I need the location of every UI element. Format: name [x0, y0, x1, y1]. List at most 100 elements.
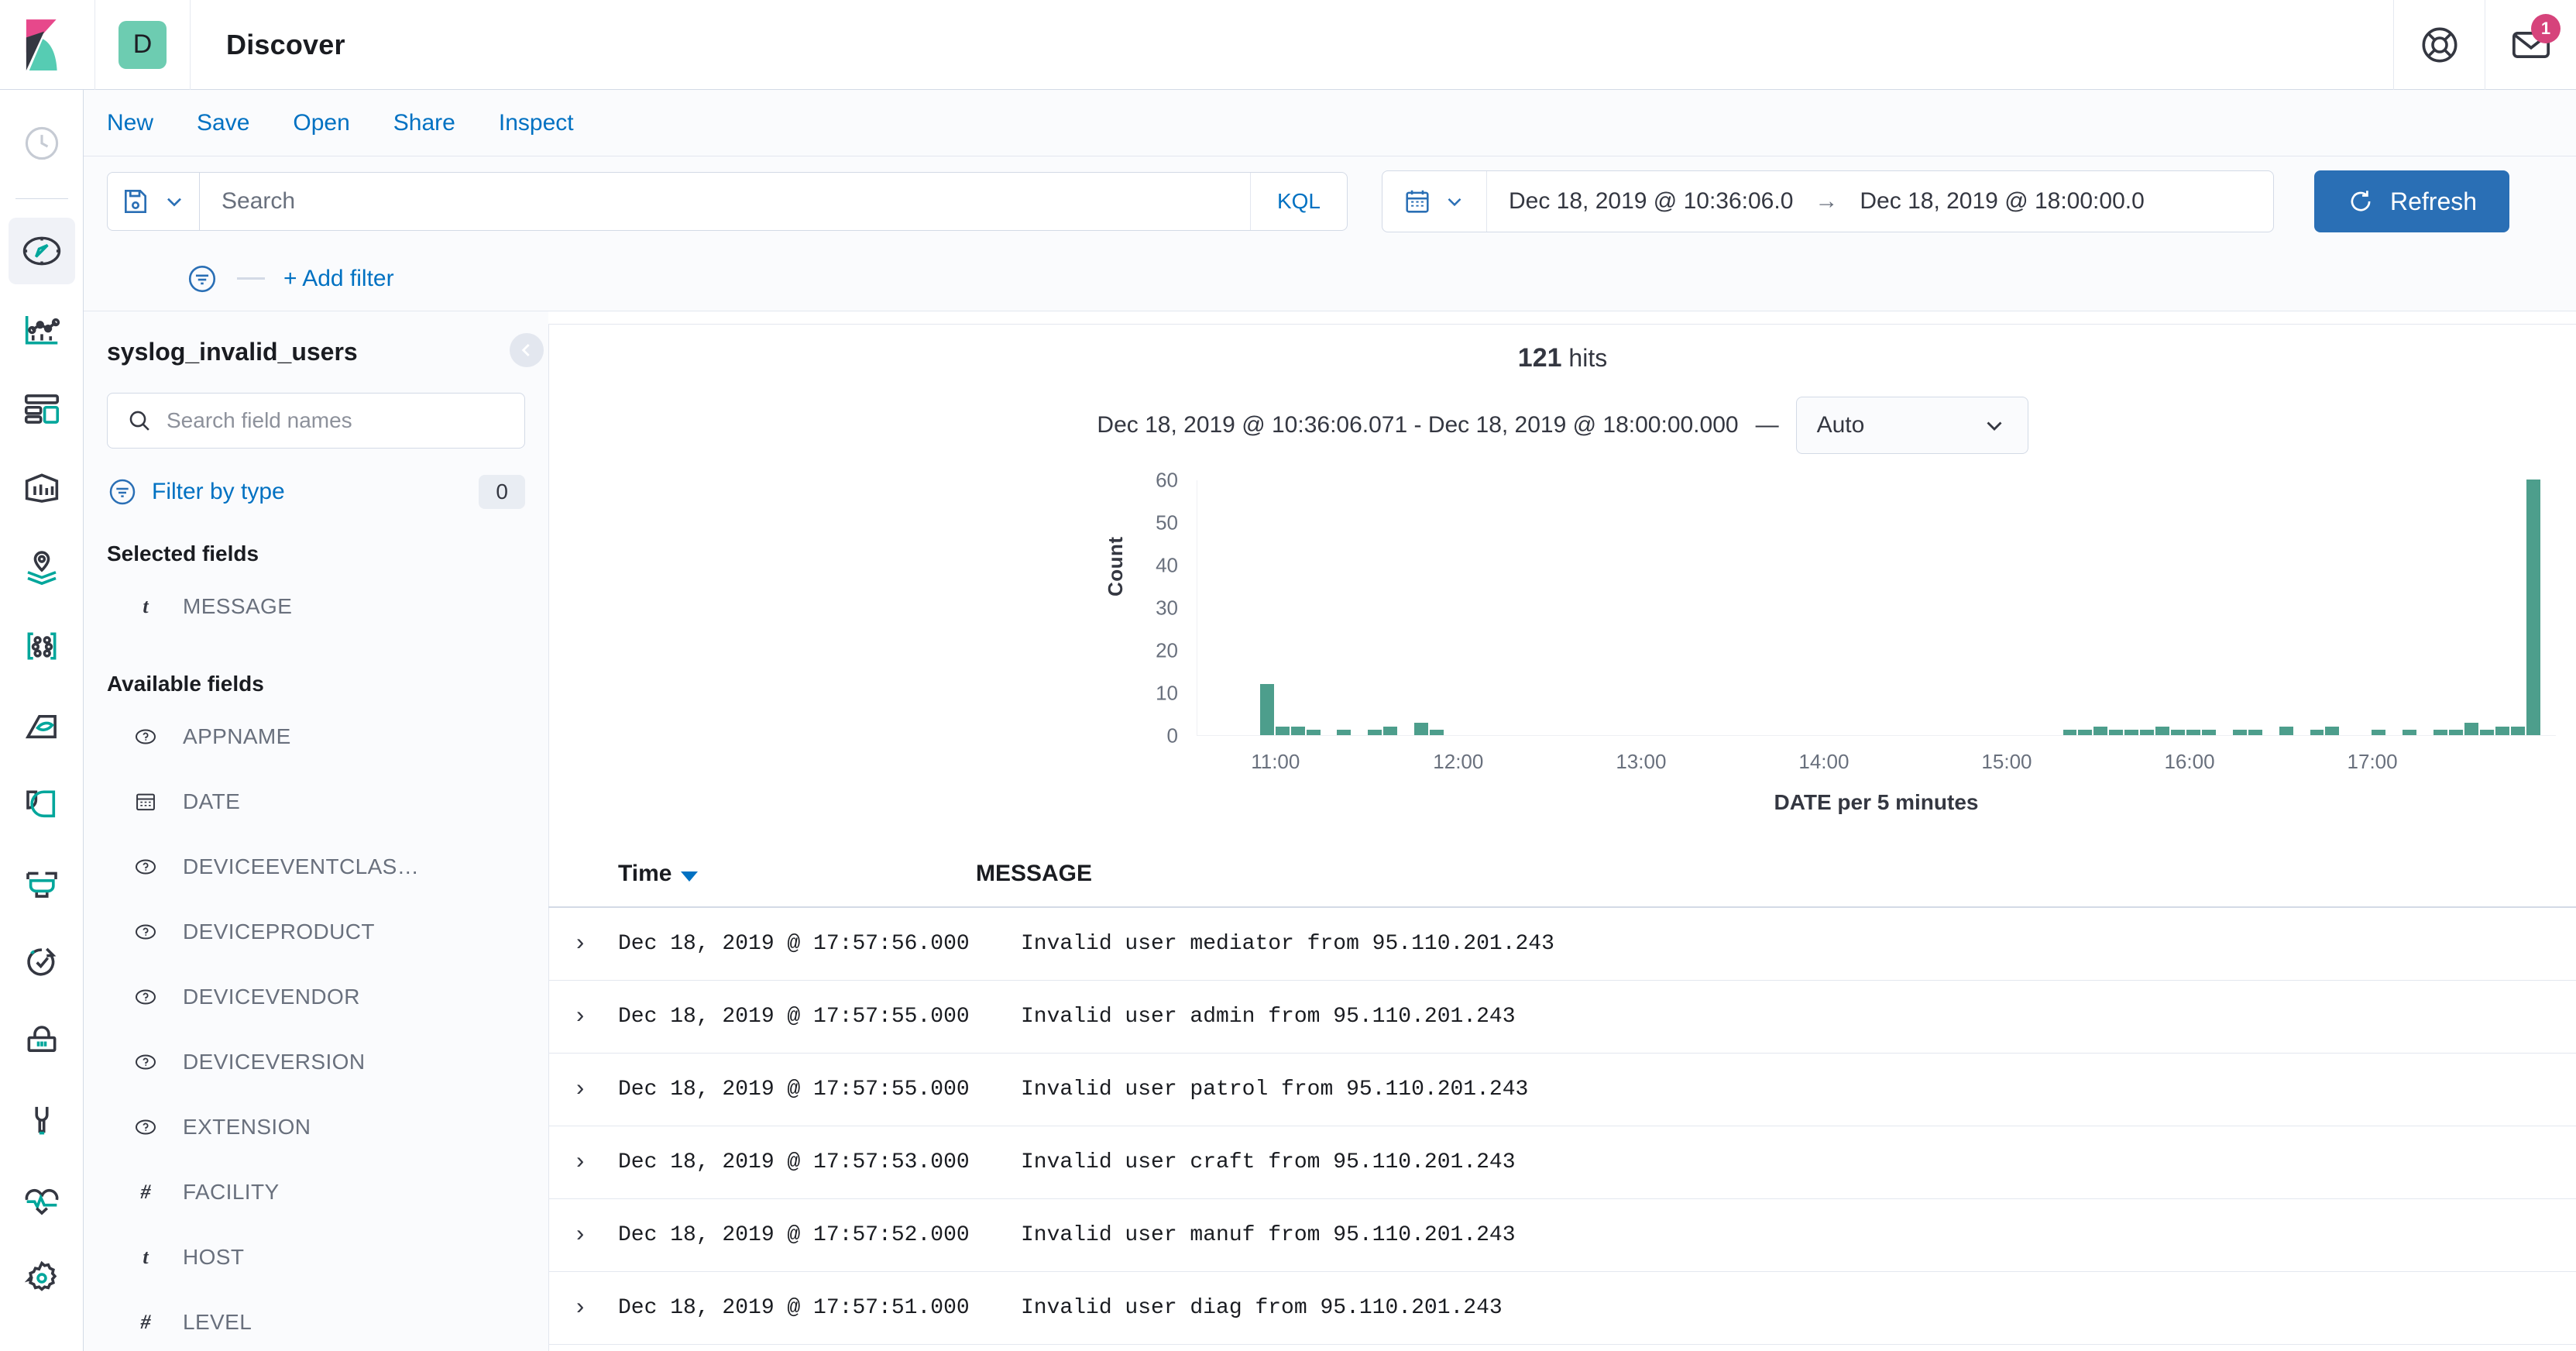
add-filter-button[interactable]: + Add filter: [283, 266, 394, 292]
histogram-bar[interactable]: [2171, 730, 2185, 735]
filter-options-icon[interactable]: [186, 263, 218, 295]
field-item-date[interactable]: DATE: [107, 769, 525, 834]
nav-share[interactable]: Share: [393, 110, 455, 136]
histogram-bar[interactable]: [1368, 730, 1382, 735]
histogram-bar[interactable]: [2495, 727, 2509, 735]
histogram-bar[interactable]: [2140, 730, 2154, 735]
date-quick-menu-button[interactable]: [1382, 171, 1487, 232]
help-button[interactable]: [2393, 0, 2485, 90]
refresh-button[interactable]: Refresh: [2314, 170, 2509, 232]
histogram-bar[interactable]: [2186, 730, 2200, 735]
histogram-bar[interactable]: [2233, 730, 2247, 735]
histogram-bar[interactable]: [1337, 730, 1351, 735]
column-header-time[interactable]: Time: [573, 861, 976, 887]
nav-save[interactable]: Save: [197, 110, 249, 136]
field-item-devicevendor[interactable]: DEVICEVENDOR: [107, 964, 525, 1030]
histogram-bar[interactable]: [2279, 727, 2293, 735]
expand-row-caret-icon[interactable]: ›: [573, 1295, 618, 1322]
nav-open[interactable]: Open: [293, 110, 349, 136]
histogram-bar[interactable]: [1291, 727, 1305, 735]
sidebar-item-visualize[interactable]: [9, 297, 75, 363]
sidebar-item-recently-viewed[interactable]: [9, 110, 75, 177]
histogram-bar[interactable]: [2325, 727, 2339, 735]
kibana-logo-cell[interactable]: [0, 0, 95, 90]
histogram-bar[interactable]: [1383, 727, 1397, 735]
histogram-bar[interactable]: [1430, 730, 1444, 735]
expand-row-caret-icon[interactable]: ›: [573, 1077, 618, 1103]
histogram-bar[interactable]: [2526, 480, 2540, 735]
table-row[interactable]: › Dec 18, 2019 @ 17:57:51.000 Invalid us…: [548, 1272, 2576, 1345]
sort-down-caret-icon[interactable]: [681, 871, 698, 882]
space-avatar-cell[interactable]: D: [95, 0, 191, 90]
sidebar-item-discover[interactable]: [9, 218, 75, 284]
histogram-bar[interactable]: [2063, 730, 2077, 735]
expand-row-caret-icon[interactable]: ›: [573, 931, 618, 957]
histogram-bar[interactable]: [2124, 730, 2138, 735]
table-row[interactable]: › Dec 18, 2019 @ 17:57:55.000 Invalid us…: [548, 981, 2576, 1054]
sidebar-item-maps[interactable]: [9, 534, 75, 600]
table-row[interactable]: › Dec 18, 2019 @ 17:57:56.000 Invalid us…: [548, 908, 2576, 981]
histogram-bar[interactable]: [1260, 684, 1274, 735]
histogram-bar[interactable]: [2202, 730, 2216, 735]
sidebar-item-infrastructure[interactable]: [9, 850, 75, 916]
table-row[interactable]: › Dec 18, 2019 @ 17:57:55.000 Invalid us…: [548, 1054, 2576, 1126]
field-item-deviceproduct[interactable]: DEVICEPRODUCT: [107, 899, 525, 964]
histogram-bar[interactable]: [2310, 730, 2324, 735]
saved-query-button[interactable]: [107, 172, 200, 231]
field-item-facility[interactable]: # FACILITY: [107, 1160, 525, 1225]
histogram-bar[interactable]: [1276, 727, 1290, 735]
column-header-message[interactable]: MESSAGE: [976, 861, 1092, 887]
table-row[interactable]: › Dec 18, 2019 @ 17:57:53.000 Invalid us…: [548, 1126, 2576, 1199]
histogram-bar[interactable]: [2078, 730, 2092, 735]
sidebar-item-canvas[interactable]: [9, 455, 75, 521]
search-field-names-input[interactable]: [167, 408, 506, 433]
histogram-bar[interactable]: [2372, 730, 2385, 735]
field-item-deviceeventclass[interactable]: DEVICEEVENTCLAS…: [107, 834, 525, 899]
histogram-bar[interactable]: [2464, 723, 2478, 736]
histogram-bar[interactable]: [2109, 730, 2123, 735]
sidebar-item-uptime[interactable]: [9, 929, 75, 995]
histogram-bar[interactable]: [2403, 730, 2416, 735]
expand-row-caret-icon[interactable]: ›: [573, 1150, 618, 1176]
sidebar-item-apm[interactable]: [9, 771, 75, 837]
histogram-bars[interactable]: [1197, 480, 2556, 736]
field-item-appname[interactable]: APPNAME: [107, 704, 525, 769]
histogram-bar[interactable]: [2248, 730, 2262, 735]
sidebar-item-monitoring[interactable]: [9, 1166, 75, 1232]
field-item-message[interactable]: t MESSAGE: [107, 574, 525, 639]
histogram-bar[interactable]: [2433, 730, 2447, 735]
query-language-button[interactable]: KQL: [1250, 173, 1347, 230]
histogram-bar[interactable]: [1414, 723, 1428, 736]
field-item-host[interactable]: t HOST: [107, 1225, 525, 1290]
histogram-bar[interactable]: [2155, 727, 2169, 735]
sidebar-item-security[interactable]: [9, 1008, 75, 1074]
histogram-bar[interactable]: [2511, 727, 2525, 735]
field-item-extension[interactable]: EXTENSION: [107, 1095, 525, 1160]
expand-row-caret-icon[interactable]: ›: [573, 1004, 618, 1030]
end-date-button[interactable]: Dec 18, 2019 @ 18:00:00.0: [1838, 188, 2166, 215]
sidebar-item-graph[interactable]: [9, 613, 75, 679]
expand-row-caret-icon[interactable]: ›: [573, 1222, 618, 1249]
notifications-button[interactable]: 1: [2485, 0, 2576, 90]
histogram-bar[interactable]: [2449, 730, 2463, 735]
histogram-bar[interactable]: [1307, 730, 1321, 735]
table-row[interactable]: › Dec 18, 2019 @ 17:57:52.000 Invalid us…: [548, 1199, 2576, 1272]
sidebar-item-machine-learning[interactable]: [9, 692, 75, 758]
sidebar-item-dev-tools[interactable]: [9, 1087, 75, 1153]
start-date-button[interactable]: Dec 18, 2019 @ 10:36:06.0: [1487, 188, 1815, 215]
available-fields-list: APPNAME DATE: [107, 704, 525, 1351]
field-item-deviceversion[interactable]: DEVICEVERSION: [107, 1030, 525, 1095]
histogram-bar[interactable]: [2480, 730, 2494, 735]
index-pattern-title[interactable]: syslog_invalid_users: [107, 338, 525, 366]
field-type-date-icon: [132, 789, 160, 814]
interval-select[interactable]: Auto: [1796, 397, 2028, 454]
nav-new[interactable]: New: [107, 110, 153, 136]
nav-inspect[interactable]: Inspect: [499, 110, 574, 136]
field-item-level[interactable]: # LEVEL: [107, 1290, 525, 1351]
sidebar-item-management[interactable]: [9, 1245, 75, 1311]
collapse-sidebar-button[interactable]: [510, 333, 544, 367]
sidebar-item-dashboard[interactable]: [9, 376, 75, 442]
search-input[interactable]: [200, 188, 1250, 215]
filter-by-type-button[interactable]: Filter by type 0: [107, 475, 525, 509]
histogram-bar[interactable]: [2093, 727, 2107, 735]
